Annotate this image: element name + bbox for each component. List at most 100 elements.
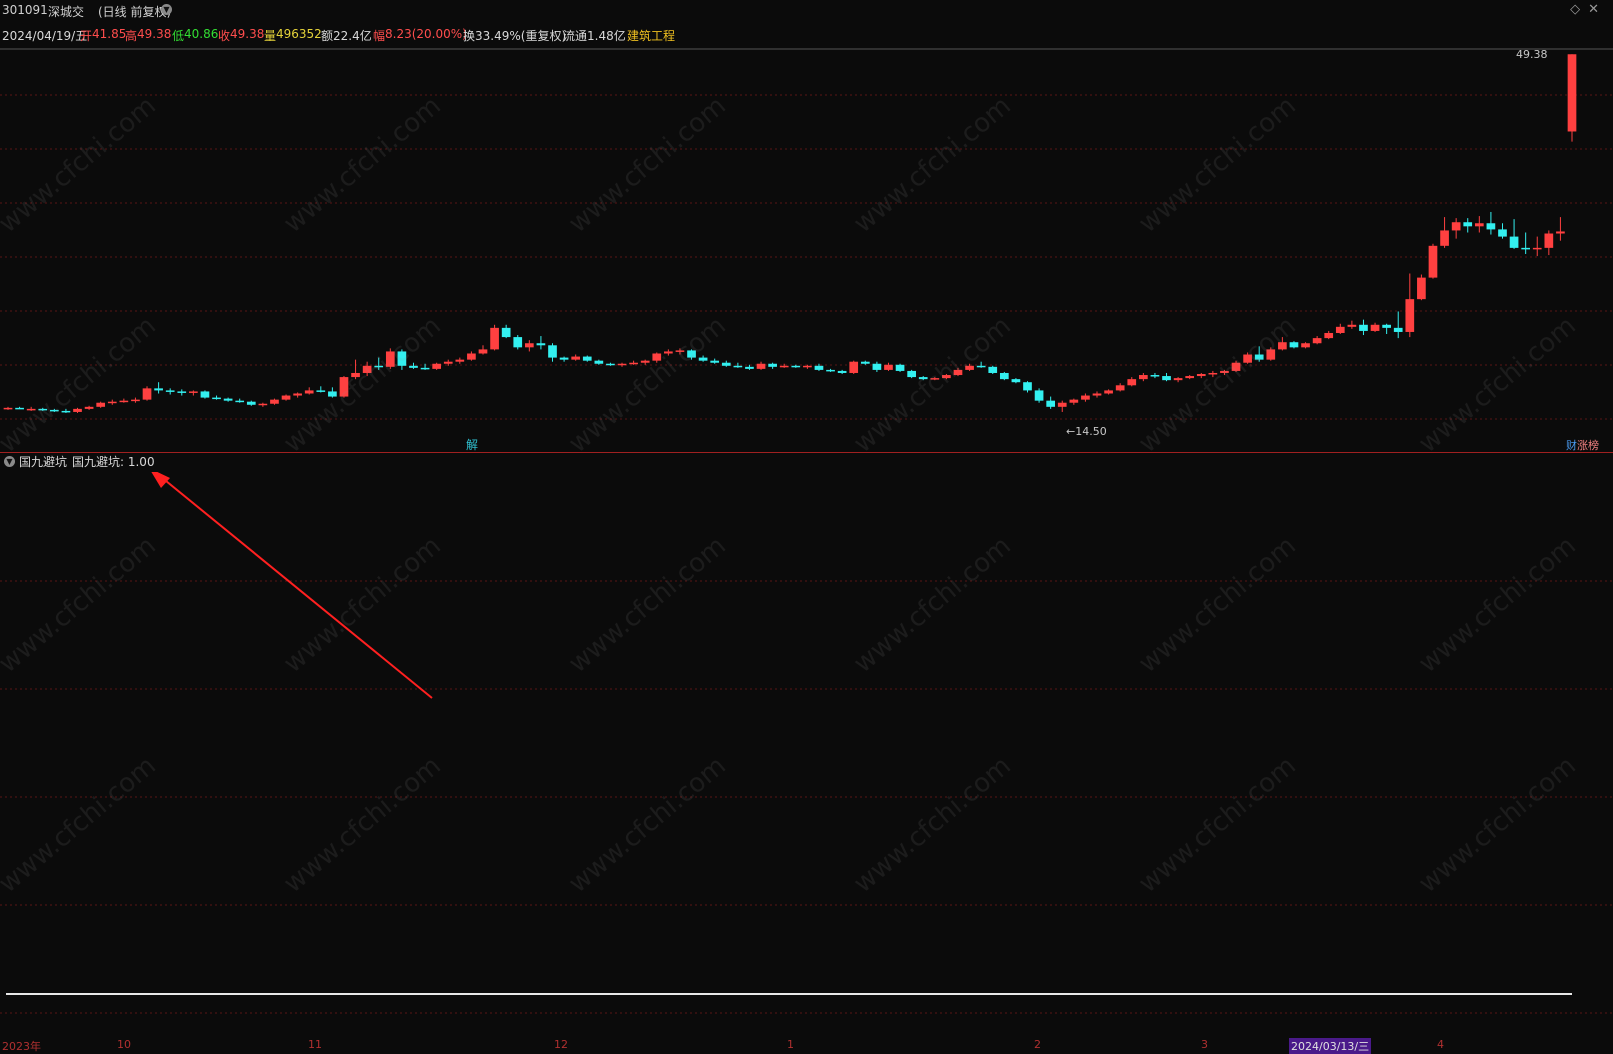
candle	[1254, 346, 1264, 362]
candle	[339, 376, 349, 398]
candle	[872, 361, 882, 372]
candle-body	[1069, 399, 1079, 403]
candle-body	[617, 363, 627, 366]
candle-body	[107, 401, 117, 404]
candle	[1266, 347, 1276, 361]
candle-body	[3, 407, 13, 410]
candle-body	[884, 364, 893, 370]
candle	[1451, 218, 1461, 239]
open-label: 开	[80, 29, 93, 43]
candle	[779, 363, 789, 368]
candle-body	[1208, 372, 1218, 375]
candle	[1428, 243, 1438, 279]
candle	[3, 406, 13, 410]
candle	[664, 349, 673, 356]
candle-body	[930, 378, 940, 380]
candle	[1162, 372, 1171, 382]
candle-body	[304, 390, 314, 394]
min-price-label: ←14.50	[1066, 425, 1107, 438]
price-chart[interactable]	[0, 48, 1613, 452]
unlock-marker[interactable]: 解	[466, 436, 478, 453]
candle-body	[1417, 277, 1426, 300]
window-icons[interactable]: ◇✕	[1570, 2, 1607, 17]
candle	[258, 402, 268, 407]
candle	[467, 351, 476, 361]
indicator-menu-icon[interactable]: ▼	[4, 456, 15, 467]
candle-body	[1428, 245, 1438, 278]
candle	[698, 355, 708, 362]
candle-body	[721, 362, 731, 366]
candle-body	[907, 370, 916, 378]
candle-body	[756, 363, 766, 369]
max-price-label: 49.38	[1516, 48, 1548, 61]
candle-body	[1544, 233, 1554, 248]
candle	[548, 343, 557, 362]
candle-body	[988, 366, 998, 373]
candle-body	[501, 327, 511, 338]
candle-body	[165, 390, 175, 392]
candle-body	[467, 353, 476, 360]
candle-body	[1370, 324, 1380, 331]
candle	[409, 362, 418, 369]
candle-body	[189, 391, 198, 393]
candle-body	[1301, 343, 1310, 348]
candle	[710, 358, 720, 364]
sector-link[interactable]: 建筑工程	[627, 27, 675, 44]
open-value: 41.85	[92, 27, 127, 41]
candle	[1556, 217, 1565, 241]
candle-body	[281, 395, 291, 400]
candle-body	[640, 360, 650, 363]
candle	[1486, 211, 1496, 235]
diamond-icon[interactable]: ◇	[1570, 2, 1588, 17]
candle	[1289, 341, 1299, 349]
indicator-name[interactable]: 国九避坑	[19, 453, 67, 470]
candle-body	[976, 365, 986, 368]
close-icon[interactable]: ✕	[1588, 2, 1607, 17]
candle-body	[629, 362, 638, 365]
candle	[1278, 337, 1287, 351]
candle	[1498, 223, 1507, 239]
quote-date: 2024/04/19/五	[2, 29, 88, 43]
candle	[38, 407, 48, 411]
candle-body	[154, 388, 163, 391]
panel-separator[interactable]	[0, 452, 1613, 453]
price-mode[interactable]: (日线 前复权)	[98, 3, 171, 20]
axis-label-highlight: 2024/03/13/三	[1289, 1038, 1372, 1054]
candle	[200, 390, 210, 399]
candle-body	[1335, 326, 1345, 333]
candle-body	[860, 361, 870, 364]
candle-body	[38, 408, 48, 411]
axis-label: 11	[308, 1038, 322, 1051]
range-value: 8.23(20.00%)	[385, 27, 467, 41]
candle	[1173, 377, 1183, 383]
news-tag[interactable]: 财涨榜	[1566, 437, 1599, 453]
dropdown-chevron-icon[interactable]: ▼	[161, 4, 172, 15]
candle	[235, 398, 245, 403]
candle-body	[1312, 338, 1322, 344]
candle-body	[362, 365, 372, 373]
candle-body	[837, 370, 847, 373]
indicator-chart[interactable]	[0, 472, 1613, 1022]
candle	[536, 336, 546, 350]
candle	[942, 374, 951, 380]
candle	[582, 355, 592, 362]
candle	[999, 371, 1009, 381]
candle-body	[953, 369, 963, 376]
candle	[501, 324, 511, 339]
candle	[131, 397, 140, 403]
candle	[884, 362, 893, 371]
candle-body	[849, 361, 859, 373]
candle	[1301, 342, 1310, 349]
candle	[84, 405, 94, 410]
candle	[1231, 360, 1241, 372]
candle	[374, 357, 384, 370]
candle	[212, 395, 221, 400]
axis-label: 4	[1437, 1038, 1444, 1051]
candle	[629, 360, 638, 365]
candle	[1034, 388, 1044, 403]
candle-body	[200, 391, 210, 398]
candle	[1023, 381, 1032, 393]
candle-body	[316, 390, 326, 392]
candle	[1139, 372, 1148, 382]
candle-body	[119, 400, 129, 403]
